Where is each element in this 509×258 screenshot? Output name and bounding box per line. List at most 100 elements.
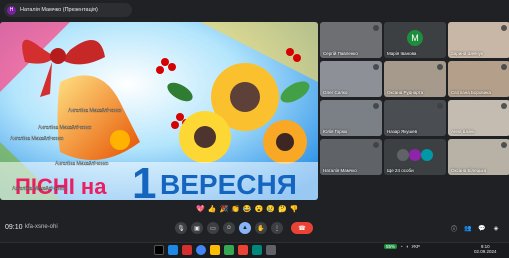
info-button[interactable]: ⓘ	[448, 222, 460, 234]
mic-muted-icon	[501, 142, 507, 148]
participant-tile[interactable]: Олег Салко	[320, 61, 382, 97]
reactions-button[interactable]: ☺	[223, 222, 235, 234]
mic-muted-icon	[501, 25, 507, 31]
present-button[interactable]: ▲	[239, 222, 251, 234]
participant-name: Оксана Білецька	[451, 168, 487, 173]
captions-button[interactable]: ▭	[207, 222, 219, 234]
mic-muted-icon	[373, 103, 379, 109]
captions-icon: ▭	[210, 225, 216, 232]
smile-icon: ☺	[225, 225, 233, 231]
slide-artwork: ПІСНІ на 1 ВЕРЕСНЯ Ангеліна Михайліченко…	[0, 22, 318, 200]
taskbar-clock[interactable]: 9:10 02.09.2024	[474, 244, 497, 254]
system-tray[interactable]: 55% ◔ ◖ УКР	[384, 244, 420, 249]
participant-tile[interactable]: Оксана Білецька	[448, 139, 509, 175]
app-icon[interactable]	[182, 245, 192, 255]
app-icon[interactable]	[168, 245, 178, 255]
reaction-bar: 💖 👍 🎉 👏 😂 😮 😢 🤔 👎	[196, 205, 298, 217]
mic-muted-icon	[501, 64, 507, 70]
reaction-emoji[interactable]: 😢	[266, 205, 275, 217]
chrome-icon[interactable]	[196, 245, 206, 255]
participant-name: Оксана Руднарта	[387, 90, 424, 95]
app-icon[interactable]	[210, 245, 220, 255]
app-icon[interactable]	[266, 245, 276, 255]
mic-muted-icon	[373, 64, 379, 70]
participant-avatar: М	[407, 30, 423, 47]
phone-hangup-icon: ☎	[298, 225, 306, 232]
participant-tile[interactable]: Світлана Боровика	[448, 61, 509, 97]
participant-tile[interactable]: Сергій Павленко	[320, 22, 382, 58]
hand-icon: ✋	[257, 225, 265, 232]
overlay-caption: Ангеліна Михайліченко	[38, 124, 92, 131]
mic-muted-icon	[437, 103, 443, 109]
activities-button[interactable]: ◈	[490, 222, 502, 234]
chat-icon: 💬	[478, 225, 486, 232]
people-button[interactable]: 👥	[462, 222, 474, 234]
participant-tile[interactable]: Наталія Мамчко	[320, 139, 382, 175]
raise-hand-button[interactable]: ✋	[255, 222, 267, 234]
reaction-emoji[interactable]: 🤔	[278, 205, 287, 217]
leave-call-button[interactable]: ☎	[291, 222, 313, 234]
camera-button[interactable]: ▣	[191, 222, 203, 234]
participant-name: Олег Салко	[323, 90, 348, 95]
reaction-emoji[interactable]: 😂	[243, 205, 252, 217]
participant-name: Назар Якушев	[387, 129, 418, 134]
overlay-caption: Ангеліна Михайліченко	[10, 135, 64, 142]
participant-tile[interactable]: Оксана Руднарта	[384, 61, 446, 97]
meeting-clock: 09:10	[5, 224, 23, 231]
top-bar: Н Наталія Мамчко (Презентація)	[0, 0, 509, 19]
participant-name: Зарина Шевчук	[451, 51, 483, 56]
presenter-avatar: Н	[7, 5, 16, 15]
participant-tile[interactable]: М Марія Іванова	[384, 22, 446, 58]
overlay-caption: Ангеліна Михайліченко	[12, 185, 66, 192]
reaction-emoji[interactable]: 👏	[231, 205, 240, 217]
slide-title-number: 1	[132, 159, 156, 200]
app-icon[interactable]	[252, 245, 262, 255]
slide-title-big: ВЕРЕСНЯ	[160, 169, 297, 200]
participant-name: Марія Іванова	[387, 51, 417, 56]
meeting-code: kfa-xsne-ohi	[25, 224, 58, 230]
mic-muted-icon	[437, 25, 443, 31]
mic-muted-icon	[501, 103, 507, 109]
mic-muted-icon	[437, 64, 443, 70]
reaction-emoji[interactable]: 💖	[196, 205, 205, 217]
overlay-caption: Ангеліна Михайліченко	[68, 107, 122, 114]
presenter-chip[interactable]: Н Наталія Мамчко (Презентація)	[4, 3, 132, 17]
mic-button[interactable]: 🎙	[175, 222, 187, 234]
more-options-button[interactable]: ⋮	[271, 222, 283, 234]
participant-name: Світлана Боровика	[451, 90, 491, 95]
battery-percent: 55%	[384, 244, 398, 249]
participant-tile-more[interactable]: Ще 24 особи	[384, 139, 446, 175]
participant-name: Сергій Павленко	[323, 51, 358, 56]
chat-button[interactable]: 💬	[476, 222, 488, 234]
sunflower-2	[179, 111, 231, 163]
shapes-icon: ◈	[493, 225, 499, 232]
avatar	[421, 149, 434, 162]
meet-icon[interactable]	[224, 245, 234, 255]
avatar	[409, 149, 421, 162]
taskbar-date: 02.09.2024	[474, 249, 497, 254]
reaction-emoji[interactable]: 👎	[290, 205, 299, 217]
avatar	[396, 149, 409, 162]
app-icon[interactable]	[238, 245, 248, 255]
mic-muted-icon	[373, 25, 379, 31]
info-icon: ⓘ	[450, 226, 457, 233]
volume-icon: ◖	[405, 244, 409, 249]
presentation-stage: ПІСНІ на 1 ВЕРЕСНЯ Ангеліна Михайліченко…	[0, 22, 318, 200]
overlay-caption: Ангеліна Михайліченко	[55, 160, 109, 167]
camera-off-icon: ▣	[194, 225, 200, 232]
wifi-icon: ◔	[400, 244, 403, 249]
language-indicator: УКР	[411, 244, 420, 249]
participant-tile[interactable]: Анна Шкінь	[448, 100, 509, 136]
presenter-label: Наталія Мамчко (Презентація)	[20, 7, 98, 13]
reaction-emoji[interactable]: 😮	[255, 205, 264, 217]
reaction-emoji[interactable]: 🎉	[219, 205, 228, 217]
more-vert-icon: ⋮	[274, 225, 280, 232]
participant-name: Анна Шкінь	[451, 129, 475, 134]
launcher-icon[interactable]	[154, 245, 164, 255]
present-icon: ▲	[242, 225, 248, 231]
mic-muted-icon	[373, 142, 379, 148]
reaction-emoji[interactable]: 👍	[208, 205, 217, 217]
participant-tile[interactable]: Юлія Горюк	[320, 100, 382, 136]
participant-tile[interactable]: Зарина Шевчук	[448, 22, 509, 58]
participant-tile[interactable]: Назар Якушев	[384, 100, 446, 136]
